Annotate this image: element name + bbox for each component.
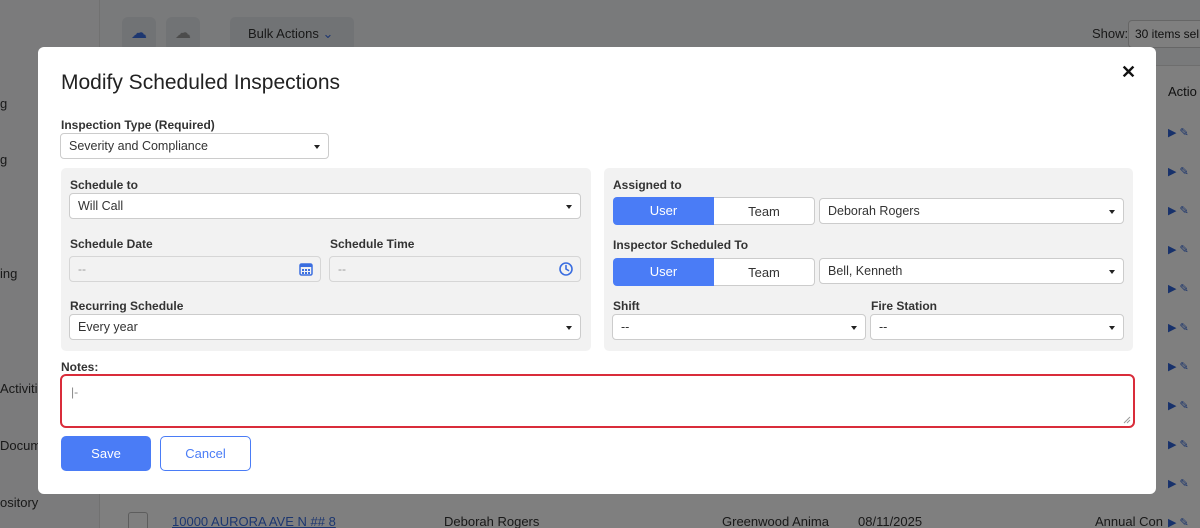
- caret-down-icon: [851, 326, 857, 330]
- assigned-to-value: Deborah Rogers: [828, 204, 920, 218]
- assigned-to-toggle: User Team: [613, 197, 815, 225]
- assigned-to-team-button[interactable]: Team: [714, 197, 815, 225]
- schedule-date-label: Schedule Date: [70, 237, 153, 251]
- schedule-time-input[interactable]: --: [329, 256, 581, 282]
- assigned-to-select[interactable]: Deborah Rogers: [819, 198, 1124, 224]
- schedule-time-value: --: [338, 262, 346, 276]
- notes-label: Notes:: [61, 360, 99, 374]
- dialog-title: Modify Scheduled Inspections: [61, 71, 340, 94]
- inspector-select[interactable]: Bell, Kenneth: [819, 258, 1124, 284]
- inspection-type-label: Inspection Type (Required): [61, 118, 215, 132]
- resize-handle-icon[interactable]: [1123, 416, 1131, 424]
- schedule-time-label: Schedule Time: [330, 237, 415, 251]
- notes-textarea[interactable]: |-: [60, 374, 1135, 428]
- recurring-schedule-label: Recurring Schedule: [70, 299, 184, 313]
- inspector-scheduled-to-label: Inspector Scheduled To: [613, 238, 749, 252]
- shift-select[interactable]: --: [612, 314, 866, 340]
- recurring-schedule-select[interactable]: Every year: [69, 314, 581, 340]
- inspection-type-value: Severity and Compliance: [69, 139, 208, 153]
- shift-value: --: [621, 320, 630, 334]
- inspector-team-button[interactable]: Team: [714, 258, 815, 286]
- assigned-to-label: Assigned to: [613, 178, 682, 192]
- fire-station-value: --: [879, 320, 888, 334]
- caret-down-icon: [314, 145, 320, 149]
- inspection-type-select[interactable]: Severity and Compliance: [60, 133, 329, 159]
- caret-down-icon: [1109, 210, 1115, 214]
- schedule-date-value: --: [78, 262, 86, 276]
- close-icon[interactable]: ✕: [1121, 62, 1136, 83]
- save-button[interactable]: Save: [61, 436, 151, 471]
- cancel-button[interactable]: Cancel: [160, 436, 251, 471]
- schedule-date-input[interactable]: --: [69, 256, 321, 282]
- recurring-schedule-value: Every year: [78, 320, 138, 334]
- inspector-value: Bell, Kenneth: [828, 264, 903, 278]
- fire-station-label: Fire Station: [871, 299, 938, 313]
- schedule-to-label: Schedule to: [70, 178, 139, 192]
- clock-icon[interactable]: [558, 261, 574, 277]
- inspector-user-button[interactable]: User: [613, 258, 714, 286]
- shift-label: Shift: [613, 299, 640, 313]
- assigned-to-user-button[interactable]: User: [613, 197, 714, 225]
- schedule-to-value: Will Call: [78, 199, 124, 213]
- modify-scheduled-inspections-dialog: Modify Scheduled Inspections ✕ Inspectio…: [38, 47, 1156, 494]
- fire-station-select[interactable]: --: [870, 314, 1124, 340]
- caret-down-icon: [566, 326, 572, 330]
- schedule-to-select[interactable]: Will Call: [69, 193, 581, 219]
- inspector-toggle: User Team: [613, 258, 815, 286]
- calendar-icon[interactable]: [298, 261, 314, 277]
- text-cursor-icon: |-: [71, 385, 79, 399]
- caret-down-icon: [566, 205, 572, 209]
- caret-down-icon: [1109, 326, 1115, 330]
- caret-down-icon: [1109, 270, 1115, 274]
